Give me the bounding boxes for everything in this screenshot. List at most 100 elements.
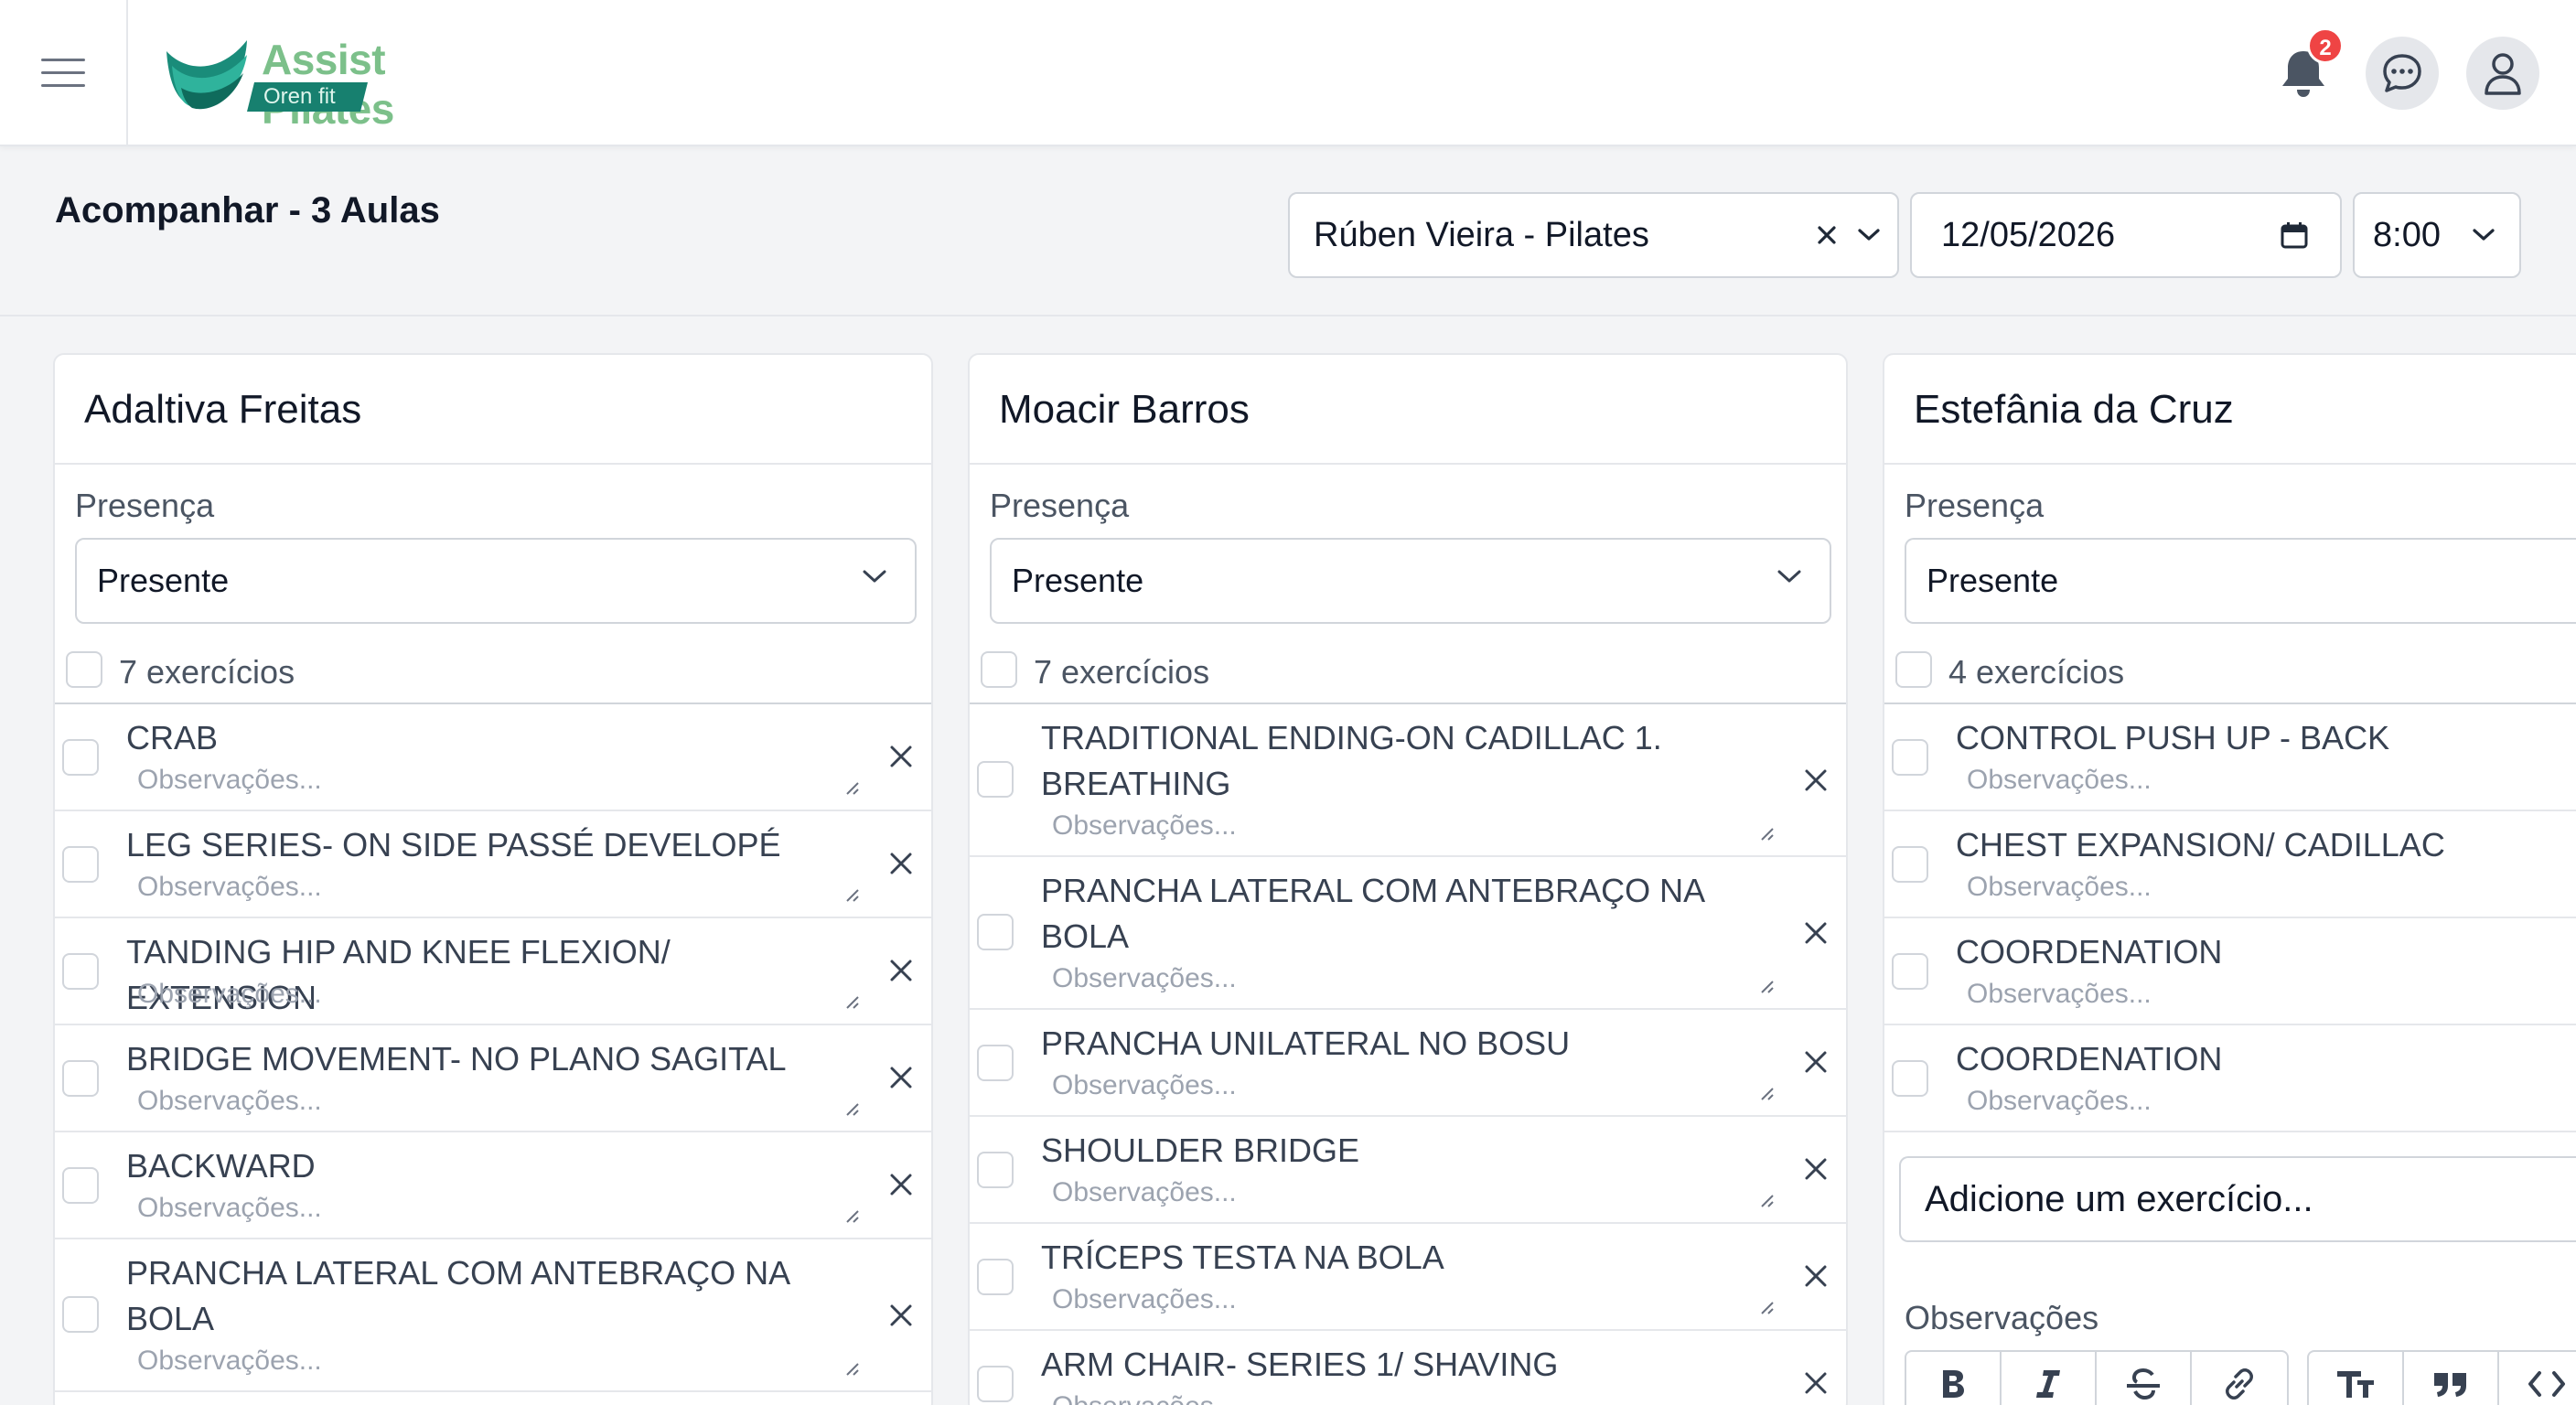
link-button[interactable] bbox=[2192, 1352, 2287, 1405]
exercise-checkbox[interactable] bbox=[1892, 739, 1928, 776]
code-icon bbox=[2528, 1371, 2565, 1397]
calendar-icon[interactable] bbox=[2280, 220, 2309, 250]
add-exercise-input[interactable]: Adicione um exercício... bbox=[1899, 1156, 2576, 1242]
logo-mark-icon bbox=[166, 40, 247, 110]
exercise-name: ARM CHAIR- SERIES 1/ SHAVING bbox=[1041, 1346, 1559, 1383]
page-toolbar: Acompanhar - 3 Aulas Rúben Vieira - Pila… bbox=[0, 146, 2576, 316]
exercise-checkbox[interactable] bbox=[1892, 846, 1928, 883]
date-input[interactable]: 12/05/2026 bbox=[1910, 192, 2342, 278]
presence-select[interactable]: Presente bbox=[990, 538, 1831, 624]
exercise-notes-input[interactable]: Observações... bbox=[1967, 872, 2152, 903]
exercise-notes-input[interactable]: Observações... bbox=[137, 1086, 322, 1117]
close-icon[interactable] bbox=[1802, 767, 1830, 794]
select-all-checkbox[interactable] bbox=[66, 651, 102, 688]
resize-handle-icon[interactable] bbox=[843, 1100, 860, 1117]
resize-handle-icon[interactable] bbox=[1758, 1192, 1775, 1208]
student-name: Moacir Barros bbox=[970, 355, 1846, 465]
exercise-notes-input[interactable]: Observações... bbox=[137, 979, 322, 1010]
quote-button[interactable] bbox=[2404, 1352, 2499, 1405]
heading-button[interactable] bbox=[2309, 1352, 2404, 1405]
resize-handle-icon[interactable] bbox=[843, 993, 860, 1010]
exercise-notes-input[interactable]: Observações... bbox=[1967, 1086, 2152, 1117]
close-icon[interactable] bbox=[887, 743, 915, 770]
exercise-notes-input[interactable]: Observações... bbox=[1052, 1177, 1237, 1208]
exercise-notes-input[interactable]: Observações... bbox=[137, 765, 322, 796]
time-select[interactable]: 8:00 bbox=[2353, 192, 2521, 278]
profile-button[interactable] bbox=[2466, 37, 2539, 110]
exercise-list-header: 4 exercícios bbox=[1884, 649, 2576, 704]
exercise-notes-input[interactable]: Observações... bbox=[1052, 810, 1237, 842]
close-icon[interactable] bbox=[887, 957, 915, 984]
exercise-checkbox[interactable] bbox=[977, 761, 1014, 798]
chevron-down-icon bbox=[1777, 570, 1801, 583]
exercise-notes-input[interactable]: Observações... bbox=[1052, 1391, 1237, 1405]
messages-button[interactable] bbox=[2366, 37, 2439, 110]
exercise-notes-input[interactable]: Observações... bbox=[1967, 765, 2152, 796]
close-icon[interactable] bbox=[1802, 919, 1830, 947]
exercise-checkbox[interactable] bbox=[977, 1152, 1014, 1188]
exercise-item: BRIDGE MOVEMENT- NO PLANO SAGITAL Observ… bbox=[55, 1025, 931, 1132]
exercise-notes-input[interactable]: Observações... bbox=[1967, 979, 2152, 1010]
select-all-checkbox[interactable] bbox=[1895, 651, 1932, 688]
exercise-checkbox[interactable] bbox=[62, 1060, 99, 1097]
code-button[interactable] bbox=[2499, 1352, 2576, 1405]
resize-handle-icon[interactable] bbox=[1758, 978, 1775, 994]
bold-button[interactable] bbox=[1906, 1352, 2002, 1405]
brand-subtitle: Oren fit bbox=[247, 82, 368, 112]
close-icon[interactable] bbox=[1802, 1262, 1830, 1290]
exercise-item: SHOULDER BRIDGE Observações... bbox=[970, 1117, 1846, 1224]
close-icon[interactable] bbox=[1802, 1155, 1830, 1183]
presence-label: Presença bbox=[990, 487, 1130, 524]
instructor-value: Rúben Vieira - Pilates bbox=[1314, 215, 1649, 254]
instructor-select[interactable]: Rúben Vieira - Pilates bbox=[1288, 192, 1899, 278]
exercise-notes-input[interactable]: Observações... bbox=[137, 1346, 322, 1377]
exercise-item: PRANCHA LATERAL COM ANTEBRAÇO NA BOLA Ob… bbox=[970, 857, 1846, 1010]
exercise-notes-input[interactable]: Observações... bbox=[137, 872, 322, 903]
close-icon[interactable] bbox=[887, 1064, 915, 1091]
menu-button[interactable] bbox=[0, 0, 128, 146]
close-icon[interactable] bbox=[1802, 1369, 1830, 1397]
select-all-checkbox[interactable] bbox=[981, 651, 1017, 688]
resize-handle-icon[interactable] bbox=[843, 886, 860, 903]
presence-value: Presente bbox=[97, 562, 230, 599]
exercise-checkbox[interactable] bbox=[977, 1045, 1014, 1081]
clear-icon[interactable] bbox=[1817, 225, 1837, 245]
exercise-list: CONTROL PUSH UP - BACK Observações... CH… bbox=[1884, 704, 2576, 1132]
close-icon[interactable] bbox=[887, 1302, 915, 1329]
exercise-checkbox[interactable] bbox=[62, 846, 99, 883]
exercise-notes-input[interactable]: Observações... bbox=[137, 1193, 322, 1224]
exercise-name: CHEST EXPANSION/ CADILLAC bbox=[1956, 826, 2445, 863]
resize-handle-icon[interactable] bbox=[1758, 1085, 1775, 1101]
resize-handle-icon[interactable] bbox=[843, 779, 860, 796]
resize-handle-icon[interactable] bbox=[843, 1360, 860, 1377]
exercise-checkbox[interactable] bbox=[1892, 1060, 1928, 1097]
exercise-checkbox[interactable] bbox=[62, 953, 99, 990]
resize-handle-icon[interactable] bbox=[1758, 825, 1775, 842]
exercise-item: ARM CHAIR- SERIES 1/ SHAVING Observações… bbox=[970, 1331, 1846, 1405]
exercise-notes-input[interactable]: Observações... bbox=[1052, 1284, 1237, 1315]
exercise-checkbox[interactable] bbox=[1892, 953, 1928, 990]
close-icon[interactable] bbox=[887, 1171, 915, 1198]
chevron-down-icon[interactable] bbox=[2472, 228, 2496, 242]
italic-button[interactable] bbox=[2002, 1352, 2097, 1405]
student-card: Moacir Barros Presença Presente 7 exercí… bbox=[968, 353, 1848, 1405]
exercise-notes-input[interactable]: Observações... bbox=[1052, 963, 1237, 994]
presence-select[interactable]: Presente bbox=[75, 538, 917, 624]
exercise-item: BACKWARD Observações... bbox=[55, 1132, 931, 1239]
chevron-down-icon[interactable] bbox=[1857, 228, 1881, 242]
resize-handle-icon[interactable] bbox=[843, 1207, 860, 1224]
exercise-checkbox[interactable] bbox=[977, 1366, 1014, 1402]
resize-handle-icon[interactable] bbox=[1758, 1299, 1775, 1315]
strikethrough-button[interactable] bbox=[2097, 1352, 2192, 1405]
presence-select[interactable]: Presente bbox=[1905, 538, 2576, 624]
close-icon[interactable] bbox=[887, 850, 915, 877]
exercise-notes-input[interactable]: Observações... bbox=[1052, 1070, 1237, 1101]
exercise-checkbox[interactable] bbox=[977, 1259, 1014, 1295]
exercise-name: PRANCHA UNILATERAL NO BOSU bbox=[1041, 1024, 1571, 1062]
logo[interactable]: Assist Pilates Oren fit bbox=[163, 35, 510, 133]
exercise-checkbox[interactable] bbox=[62, 739, 99, 776]
exercise-checkbox[interactable] bbox=[62, 1296, 99, 1333]
exercise-checkbox[interactable] bbox=[977, 914, 1014, 950]
close-icon[interactable] bbox=[1802, 1048, 1830, 1076]
exercise-checkbox[interactable] bbox=[62, 1167, 99, 1204]
